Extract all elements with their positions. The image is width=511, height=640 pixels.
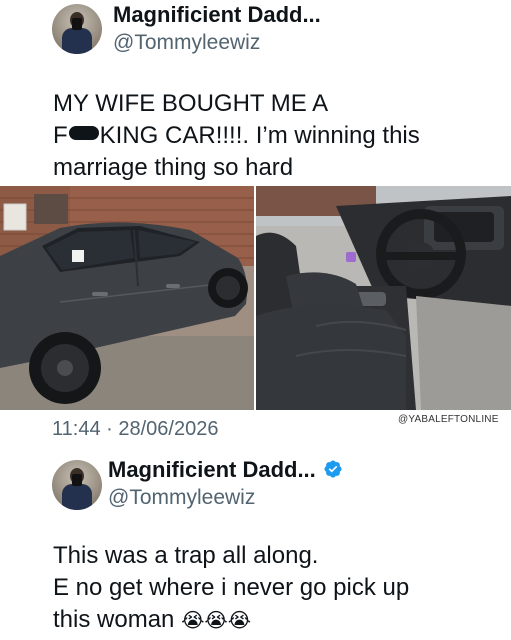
tweet-text-prefix: F xyxy=(53,122,68,149)
user-handle[interactable]: @Tommyleewiz xyxy=(113,31,260,55)
avatar-phone xyxy=(72,18,82,30)
tweet-text-line-3-text: this woman xyxy=(53,606,175,633)
verified-badge-icon xyxy=(324,460,342,478)
avatar-body xyxy=(62,28,92,54)
avatar[interactable] xyxy=(52,4,102,54)
tweet-text-suffix: KING CAR!!!!. I’m winning this xyxy=(99,122,420,149)
tweet-text-line-3: this woman 😭😭😭 xyxy=(53,604,409,636)
tweet-text-line-2: E no get where i never go pick up xyxy=(53,574,410,601)
avatar-body xyxy=(62,484,92,510)
tweet-text-line-3: marriage thing so hard xyxy=(53,154,294,181)
tweet-text: MY WIFE BOUGHT ME A F KING CAR!!!!. I’m w… xyxy=(53,88,420,184)
tweet-text-line-1: MY WIFE BOUGHT ME A xyxy=(53,90,329,117)
tweet-timestamp[interactable]: 11:44 · 28/06/2026 xyxy=(52,418,218,441)
user-handle[interactable]: @Tommyleewiz xyxy=(108,486,255,510)
crying-emoji-icon: 😭😭😭 xyxy=(181,608,252,632)
media-photo-car-exterior[interactable] xyxy=(0,186,254,410)
censor-mark xyxy=(68,126,99,140)
car-exterior-image xyxy=(0,186,254,410)
watermark: @YABALEFTONLINE xyxy=(398,414,499,425)
avatar-phone xyxy=(72,474,82,486)
tweet-text-line-2: F KING CAR!!!!. I’m winning this xyxy=(53,120,420,152)
display-name[interactable]: Magnificient Dadd... xyxy=(108,457,316,483)
display-name[interactable]: Magnificient Dadd... xyxy=(113,2,321,28)
tweet-text: This was a trap all along. E no get wher… xyxy=(53,540,409,636)
avatar[interactable] xyxy=(52,460,102,510)
tweet-text-line-1: This was a trap all along. xyxy=(53,542,319,569)
car-interior-image xyxy=(256,186,511,410)
media-photo-car-interior[interactable] xyxy=(256,186,511,410)
